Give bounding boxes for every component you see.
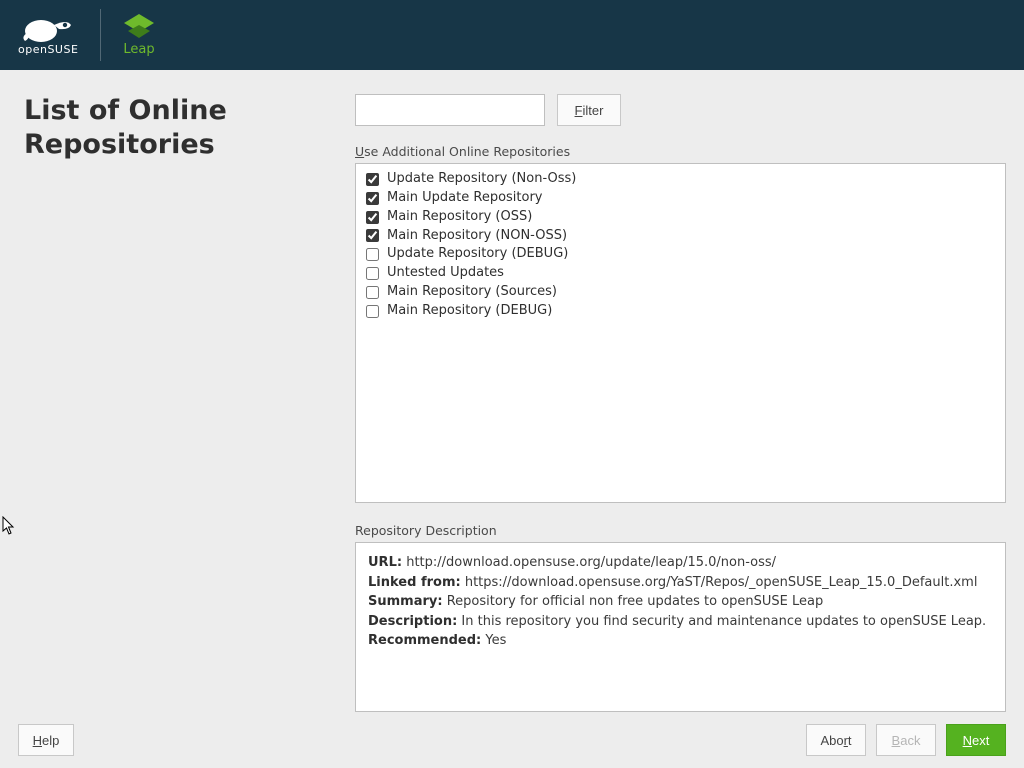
desc-description-row: Description: In this repository you find…: [368, 612, 993, 632]
description-section: Repository Description URL: http://downl…: [355, 523, 1006, 712]
repo-row[interactable]: Main Repository (OSS): [366, 208, 995, 227]
abort-button[interactable]: Abort: [806, 724, 866, 756]
desc-recommended-row: Recommended: Yes: [368, 631, 993, 651]
repo-checkbox[interactable]: [366, 211, 379, 224]
filter-button[interactable]: Filter: [557, 94, 621, 126]
content-area: List of Online Repositories Filter Use A…: [0, 70, 1024, 712]
page-title: List of Online Repositories: [24, 94, 331, 162]
opensuse-logo: openSUSE: [18, 15, 78, 56]
repo-checkbox[interactable]: [366, 192, 379, 205]
leap-diamond-icon: [124, 14, 154, 38]
repo-label: Main Repository (DEBUG): [387, 302, 552, 321]
next-button[interactable]: Next: [946, 724, 1006, 756]
help-button[interactable]: Help: [18, 724, 74, 756]
brand-text: openSUSE: [18, 43, 78, 56]
right-column: Filter Use Additional Online Repositorie…: [355, 70, 1024, 712]
repo-checkbox[interactable]: [366, 267, 379, 280]
header-divider: [100, 9, 101, 61]
repo-row[interactable]: Update Repository (Non-Oss): [366, 170, 995, 189]
repo-row[interactable]: Main Repository (Sources): [366, 283, 995, 302]
repo-row[interactable]: Main Repository (NON-OSS): [366, 227, 995, 246]
desc-summary-row: Summary: Repository for official non fre…: [368, 592, 993, 612]
repo-checkbox[interactable]: [366, 305, 379, 318]
header-bar: openSUSE Leap: [0, 0, 1024, 70]
page-title-line2: Repositories: [24, 129, 215, 160]
filter-row: Filter: [355, 94, 1006, 126]
page-title-line1: List of Online: [24, 95, 227, 126]
footer-bar: Help Abort Back Next: [0, 712, 1024, 768]
desc-linked-row: Linked from: https://download.opensuse.o…: [368, 573, 993, 593]
product-text: Leap: [123, 42, 154, 57]
repo-row[interactable]: Main Update Repository: [366, 189, 995, 208]
repo-label: Main Repository (NON-OSS): [387, 227, 567, 246]
repo-label: Update Repository (DEBUG): [387, 245, 568, 264]
repo-label: Untested Updates: [387, 264, 504, 283]
repo-row[interactable]: Update Repository (DEBUG): [366, 245, 995, 264]
repo-label: Main Update Repository: [387, 189, 543, 208]
repo-checkbox[interactable]: [366, 248, 379, 261]
filter-input[interactable]: [355, 94, 545, 126]
description-content: URL: http://download.opensuse.org/update…: [355, 542, 1006, 712]
left-column: List of Online Repositories: [0, 70, 355, 712]
repo-checkbox[interactable]: [366, 173, 379, 186]
description-section-label: Repository Description: [355, 523, 1006, 538]
leap-logo: Leap: [123, 14, 154, 57]
repo-label: Main Repository (Sources): [387, 283, 557, 302]
repo-checkbox[interactable]: [366, 286, 379, 299]
chameleon-icon: [21, 15, 75, 45]
repo-label: Update Repository (Non-Oss): [387, 170, 576, 189]
repo-label: Main Repository (OSS): [387, 208, 532, 227]
repo-row[interactable]: Main Repository (DEBUG): [366, 302, 995, 321]
back-button[interactable]: Back: [876, 724, 936, 756]
repo-section-label: Use Additional Online Repositories: [355, 144, 1006, 159]
desc-url-row: URL: http://download.opensuse.org/update…: [368, 553, 993, 573]
repo-list[interactable]: Update Repository (Non-Oss)Main Update R…: [355, 163, 1006, 503]
repo-row[interactable]: Untested Updates: [366, 264, 995, 283]
repo-checkbox[interactable]: [366, 229, 379, 242]
